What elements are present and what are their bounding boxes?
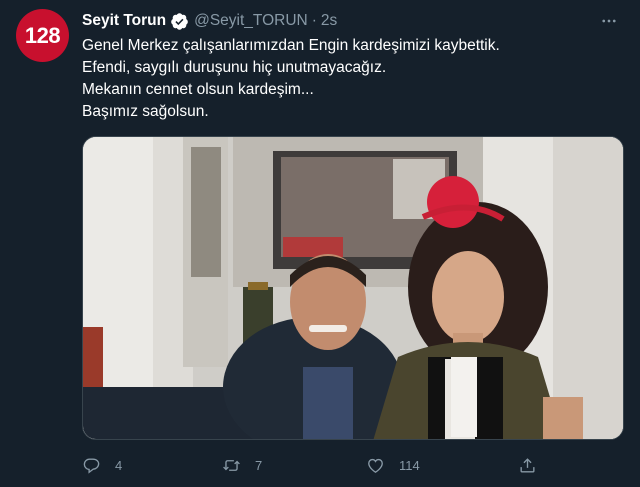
tweet-actions: 4 7 114 xyxy=(82,453,542,477)
more-dots-icon xyxy=(602,19,616,23)
more-options-button[interactable] xyxy=(598,10,620,32)
tweet-header: Seyit Torun @Seyit_TORUN · 2s xyxy=(82,10,620,32)
retweet-icon xyxy=(223,459,240,471)
timestamp[interactable]: 2s xyxy=(321,12,337,30)
retweet-button[interactable]: 7 xyxy=(222,453,262,477)
share-icon xyxy=(520,457,535,473)
reply-icon xyxy=(83,457,100,474)
display-name[interactable]: Seyit Torun xyxy=(82,12,166,30)
tweet[interactable]: 128 Seyit Torun @Seyit_TORUN · 2s Genel … xyxy=(0,0,640,487)
tweet-text-line: Genel Merkez çalışanlarımızdan Engin kar… xyxy=(82,37,500,54)
like-button[interactable]: 114 xyxy=(366,453,420,477)
tweet-text-line: Efendi, saygılı duruşunu hiç unutmayacağ… xyxy=(82,59,387,76)
separator-dot: · xyxy=(311,12,317,29)
share-button[interactable] xyxy=(518,453,537,477)
avatar-label: 128 xyxy=(24,22,61,48)
retweet-count: 7 xyxy=(255,457,263,473)
tweet-text: Genel Merkez çalışanlarımızdan Engin kar… xyxy=(82,35,622,123)
like-count: 114 xyxy=(399,457,420,473)
reply-count: 4 xyxy=(115,457,123,473)
photo-illustration xyxy=(83,137,623,439)
avatar[interactable]: 128 xyxy=(16,9,69,62)
tweet-text-line: Başımız sağolsun. xyxy=(82,103,209,120)
reply-button[interactable]: 4 xyxy=(82,453,122,477)
heart-icon xyxy=(368,458,383,473)
handle[interactable]: @Seyit_TORUN xyxy=(194,12,308,30)
tweet-text-line: Mekanın cennet olsun kardeşim... xyxy=(82,81,314,98)
tweet-photo[interactable] xyxy=(82,136,624,440)
verified-badge-icon xyxy=(171,12,188,30)
